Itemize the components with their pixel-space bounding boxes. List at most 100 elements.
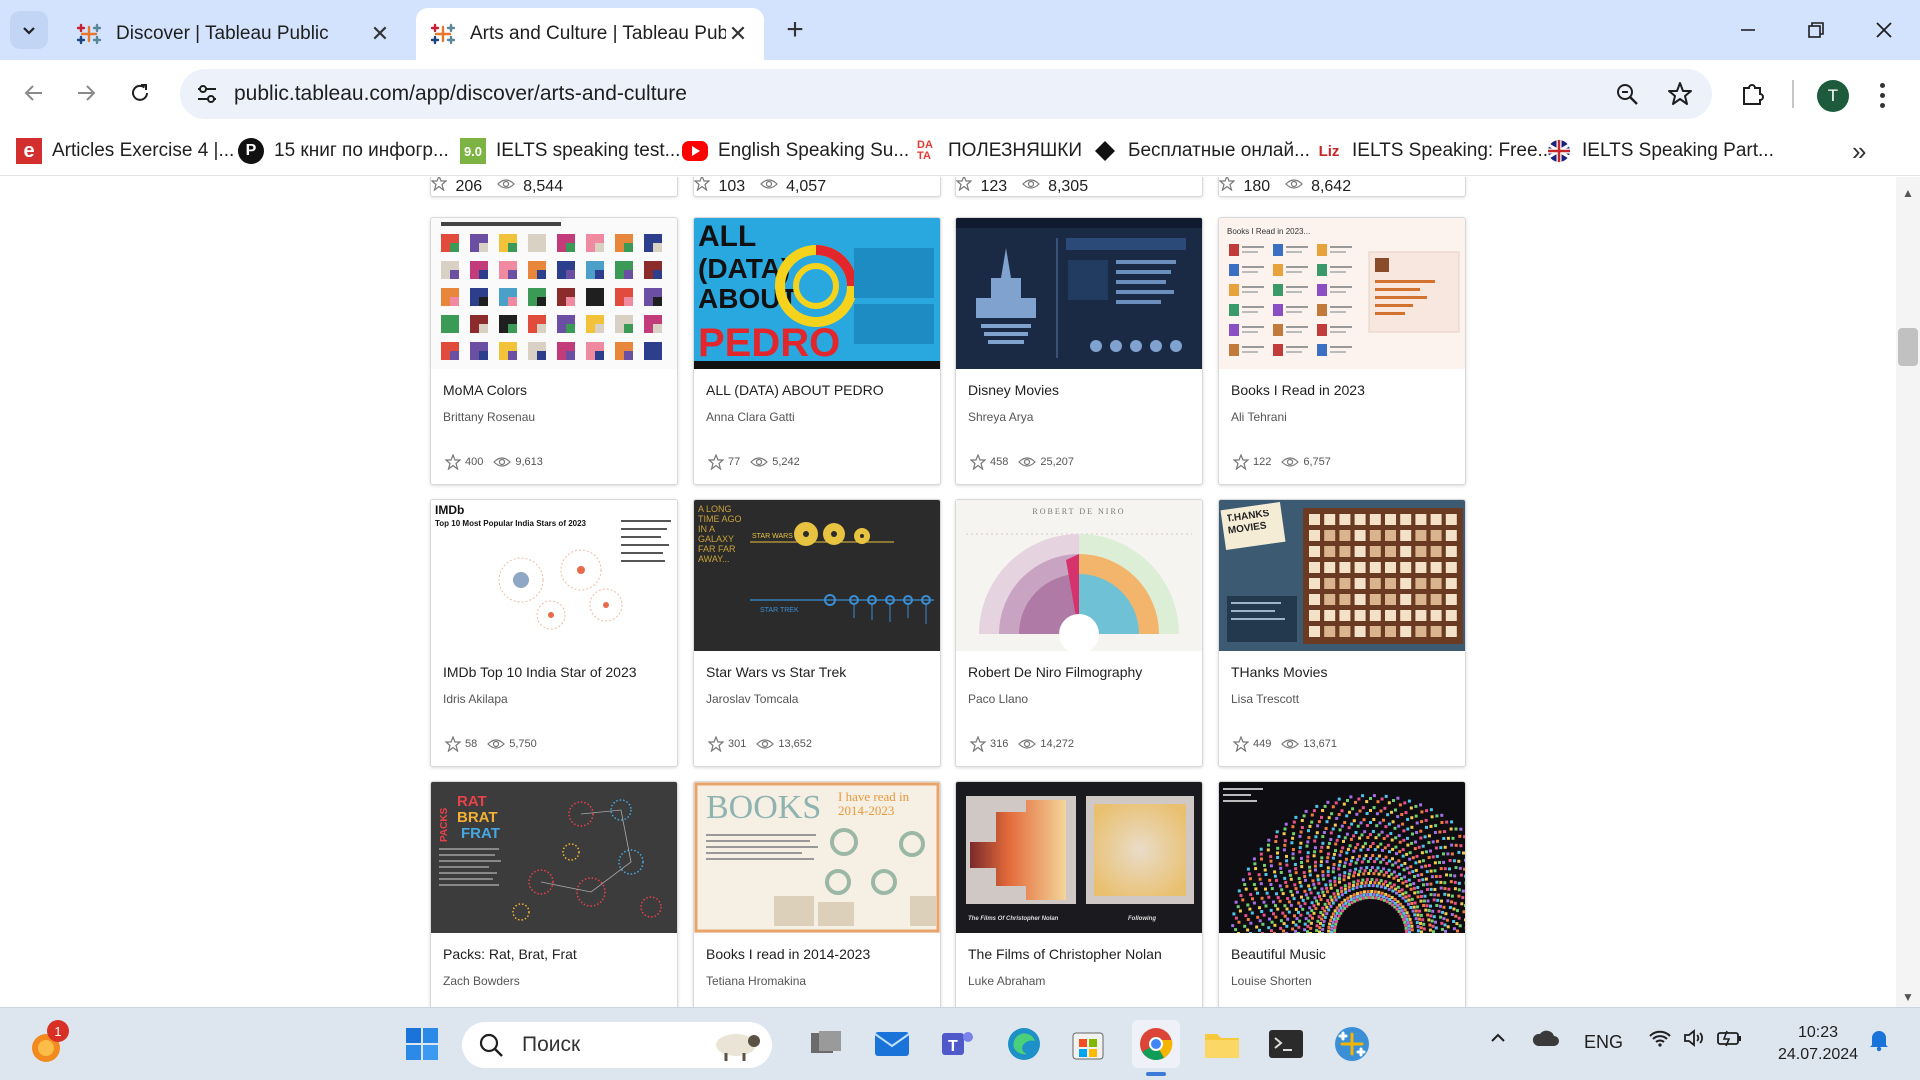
card-title[interactable]: Beautiful Music xyxy=(1231,946,1326,962)
viz-thumbnail[interactable] xyxy=(431,218,677,369)
favorite-star-icon[interactable] xyxy=(708,736,724,752)
taskbar-search[interactable]: Поиск xyxy=(462,1022,772,1068)
favorite-star-icon[interactable] xyxy=(970,454,986,470)
viz-thumbnail[interactable]: ROBERT DE NIRO xyxy=(956,500,1202,651)
viz-card[interactable]: PACKS RAT BRAT FRAT Packs: Rat, Brat, Fr… xyxy=(430,781,678,1007)
card-author[interactable]: Jaroslav Tomcala xyxy=(706,692,798,706)
tableau-app-button[interactable] xyxy=(1328,1020,1376,1068)
mail-button[interactable] xyxy=(868,1020,916,1068)
viz-card[interactable]: A LONG TIME AGO IN A GALAXY FAR FAR AWAY… xyxy=(693,499,941,767)
card-author[interactable]: Louise Shorten xyxy=(1231,974,1312,988)
favorite-star-icon[interactable] xyxy=(708,454,724,470)
profile-avatar[interactable]: T xyxy=(1817,80,1849,112)
card-title[interactable]: The Films of Christopher Nolan xyxy=(968,946,1162,962)
bookmark-item[interactable]: English Speaking Su... xyxy=(682,136,909,166)
viz-card[interactable]: BOOKS I have read in 2014-2023 Books I r… xyxy=(693,781,941,1007)
url-text[interactable]: public.tableau.com/app/discover/arts-and… xyxy=(234,82,687,106)
card-title[interactable]: THanks Movies xyxy=(1231,664,1327,680)
chrome-button[interactable] xyxy=(1132,1020,1180,1068)
favorite-star-icon[interactable] xyxy=(445,736,461,752)
viz-thumbnail[interactable] xyxy=(1219,782,1465,933)
task-view-button[interactable] xyxy=(802,1020,850,1068)
store-button[interactable] xyxy=(1064,1020,1112,1068)
card-author[interactable]: Tetiana Hromakina xyxy=(706,974,806,988)
favorite-star-icon[interactable] xyxy=(1233,454,1249,470)
card-author[interactable]: Brittany Rosenau xyxy=(443,410,535,424)
card-title[interactable]: Books I Read in 2023 xyxy=(1231,382,1365,398)
bookmark-item[interactable]: e Articles Exercise 4 |... xyxy=(16,136,234,166)
viz-card[interactable]: The Films Of Christopher Nolan Following… xyxy=(955,781,1203,1007)
card-title[interactable]: Star Wars vs Star Trek xyxy=(706,664,846,680)
back-button[interactable] xyxy=(14,73,54,113)
favorite-star-icon[interactable] xyxy=(693,177,711,192)
favorite-star-icon[interactable] xyxy=(970,736,986,752)
favorite-star-icon[interactable] xyxy=(955,177,973,192)
card-title[interactable]: MoMA Colors xyxy=(443,382,527,398)
bookmark-item[interactable]: Liz IELTS Speaking: Free... xyxy=(1316,136,1554,166)
more-menu-icon[interactable] xyxy=(1874,80,1890,110)
bookmark-item[interactable]: DA TA ПОЛЕЗНЯШКИ xyxy=(912,136,1082,166)
close-tab-icon[interactable]: ✕ xyxy=(726,21,750,46)
reload-button[interactable] xyxy=(120,73,160,113)
tab-search-button[interactable] xyxy=(10,11,48,49)
close-window-button[interactable] xyxy=(1864,10,1904,50)
viz-card-partial[interactable]: 123 8,305 xyxy=(955,177,1203,197)
card-author[interactable]: Ali Tehrani xyxy=(1231,410,1287,424)
tab-discover[interactable]: Discover | Tableau Public ✕ xyxy=(62,8,406,60)
more-bookmarks-icon[interactable]: » xyxy=(1852,136,1866,167)
tab-arts-and-culture[interactable]: Arts and Culture | Tableau Public ✕ xyxy=(416,8,764,60)
viz-thumbnail[interactable]: BOOKS I have read in 2014-2023 xyxy=(694,782,940,933)
viz-thumbnail[interactable] xyxy=(956,218,1202,369)
viz-card[interactable]: T.HANKS MOVIES THanks Movies Lisa Tresco… xyxy=(1218,499,1466,767)
bookmark-star-icon[interactable] xyxy=(1666,80,1694,108)
scroll-down-icon[interactable]: ▼ xyxy=(1900,990,1916,1006)
scroll-up-icon[interactable]: ▲ xyxy=(1900,186,1916,202)
card-title[interactable]: Disney Movies xyxy=(968,382,1059,398)
viz-card[interactable]: ROBERT DE NIRO Robert De Niro Filmograph… xyxy=(955,499,1203,767)
clock[interactable]: 10:23 24.07.2024 xyxy=(1760,1022,1876,1066)
volume-button[interactable] xyxy=(1682,1028,1706,1053)
address-bar[interactable]: public.tableau.com/app/discover/arts-and… xyxy=(180,69,1712,119)
viz-thumbnail[interactable]: The Films Of Christopher Nolan Following xyxy=(956,782,1202,933)
viz-thumbnail[interactable]: A LONG TIME AGO IN A GALAXY FAR FAR AWAY… xyxy=(694,500,940,651)
viz-thumbnail[interactable]: IMDb Top 10 Most Popular India Stars of … xyxy=(431,500,677,651)
card-author[interactable]: Paco Llano xyxy=(968,692,1028,706)
card-title[interactable]: Books I read in 2014-2023 xyxy=(706,946,870,962)
minimize-button[interactable] xyxy=(1728,10,1768,50)
bookmark-item[interactable]: P 15 книг по инфогр... xyxy=(238,136,449,166)
card-author[interactable]: Idris Akilapa xyxy=(443,692,508,706)
page-scrollbar[interactable] xyxy=(1896,177,1920,1007)
restore-button[interactable] xyxy=(1796,10,1836,50)
file-explorer-button[interactable] xyxy=(1198,1020,1246,1068)
bookmark-item[interactable]: 9.0 IELTS speaking test... xyxy=(460,136,680,166)
battery-button[interactable] xyxy=(1716,1028,1744,1053)
viz-card[interactable]: Books I Read in 2023... Books I Read in … xyxy=(1218,217,1466,485)
bookmark-item[interactable]: IELTS Speaking Part... xyxy=(1546,136,1774,166)
card-author[interactable]: Zach Bowders xyxy=(443,974,520,988)
bookmark-item[interactable]: Бесплатные онлай... xyxy=(1092,136,1310,166)
card-author[interactable]: Anna Clara Gatti xyxy=(706,410,795,424)
language-indicator[interactable]: ENG xyxy=(1584,1032,1623,1053)
viz-card[interactable]: MoMA Colors Brittany Rosenau 400 9,613 xyxy=(430,217,678,485)
viz-card[interactable]: ALL (DATA) ABOUT PEDRO ALL (DATA) ABOUT … xyxy=(693,217,941,485)
viz-card-partial[interactable]: 180 8,642 xyxy=(1218,177,1466,197)
card-author[interactable]: Shreya Arya xyxy=(968,410,1033,424)
favorite-star-icon[interactable] xyxy=(1218,177,1236,192)
viz-card[interactable]: IMDb Top 10 Most Popular India Stars of … xyxy=(430,499,678,767)
edge-button[interactable] xyxy=(1000,1020,1048,1068)
show-hidden-icons-button[interactable] xyxy=(1488,1028,1508,1053)
close-tab-icon[interactable]: ✕ xyxy=(368,21,392,46)
favorite-star-icon[interactable] xyxy=(1233,736,1249,752)
favorite-star-icon[interactable] xyxy=(430,177,448,192)
onedrive-button[interactable] xyxy=(1532,1028,1560,1053)
site-settings-icon[interactable] xyxy=(194,81,220,107)
terminal-button[interactable] xyxy=(1262,1020,1310,1068)
viz-thumbnail[interactable]: PACKS RAT BRAT FRAT xyxy=(431,782,677,933)
viz-card-partial[interactable]: 103 4,057 xyxy=(693,177,941,197)
card-author[interactable]: Luke Abraham xyxy=(968,974,1045,988)
zoom-icon[interactable] xyxy=(1614,81,1640,107)
viz-thumbnail[interactable]: T.HANKS MOVIES xyxy=(1219,500,1465,651)
card-title[interactable]: ALL (DATA) ABOUT PEDRO xyxy=(706,382,884,398)
card-title[interactable]: Robert De Niro Filmography xyxy=(968,664,1142,680)
card-title[interactable]: Packs: Rat, Brat, Frat xyxy=(443,946,577,962)
